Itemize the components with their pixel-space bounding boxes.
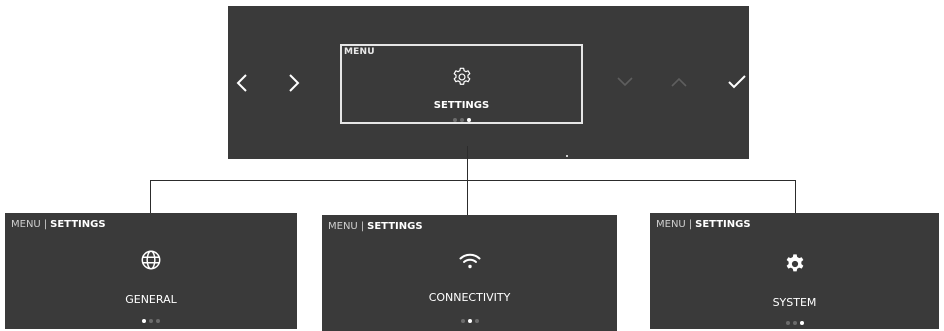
breadcrumb: MENU | SETTINGS bbox=[11, 219, 106, 230]
connector-connectivity bbox=[467, 180, 468, 218]
page-dot bbox=[452, 118, 457, 122]
connector-general bbox=[150, 180, 151, 216]
up-button[interactable] bbox=[667, 70, 691, 94]
page-dot bbox=[474, 319, 479, 323]
wifi-icon bbox=[459, 253, 480, 269]
screen-title: CONNECTIVITY bbox=[428, 291, 511, 304]
confirm-button[interactable] bbox=[725, 70, 749, 94]
forward-button[interactable] bbox=[284, 68, 304, 98]
gear-outline-icon bbox=[453, 67, 470, 85]
breadcrumb-menu: MENU bbox=[328, 221, 358, 232]
breadcrumb: MENU | SETTINGS bbox=[656, 219, 751, 230]
connector-system bbox=[795, 180, 796, 216]
page-dot-active bbox=[142, 319, 146, 323]
breadcrumb-separator: | bbox=[43, 219, 48, 230]
page-dot-active bbox=[799, 321, 804, 325]
menu-selection-frame[interactable]: MENU SETTINGS bbox=[340, 44, 583, 124]
page-dot-active bbox=[467, 319, 472, 323]
connectivity-screen: MENU | SETTINGS CONNECTIVITY bbox=[322, 215, 617, 331]
page-indicator bbox=[5, 319, 297, 323]
down-chevron-icon bbox=[617, 77, 633, 87]
breadcrumb: MENU | SETTINGS bbox=[328, 221, 423, 232]
breadcrumb-section: SETTINGS bbox=[50, 219, 106, 230]
menu-title: SETTINGS bbox=[433, 100, 490, 111]
page-indicator bbox=[322, 319, 617, 323]
down-button[interactable] bbox=[613, 70, 637, 94]
screen-title: GENERAL bbox=[125, 293, 177, 306]
breadcrumb-menu: MENU bbox=[11, 219, 41, 230]
gear-icon bbox=[786, 254, 803, 272]
main-settings-display: MENU SETTINGS bbox=[228, 6, 749, 159]
page-indicator bbox=[650, 321, 939, 325]
check-icon bbox=[728, 75, 746, 89]
up-chevron-icon bbox=[671, 77, 687, 87]
page-dot bbox=[792, 321, 797, 325]
globe-icon bbox=[141, 250, 161, 270]
screen-title: SYSTEM bbox=[772, 296, 817, 309]
indicator-dot bbox=[566, 155, 568, 157]
page-indicator bbox=[342, 118, 581, 122]
page-dot bbox=[156, 319, 160, 323]
breadcrumb-section: SETTINGS bbox=[367, 221, 423, 232]
connector-trunk bbox=[467, 146, 468, 181]
back-chevron-icon bbox=[236, 74, 247, 92]
page-dot bbox=[459, 118, 464, 122]
breadcrumb-separator: | bbox=[360, 221, 365, 232]
breadcrumb-menu: MENU bbox=[656, 219, 686, 230]
general-screen: MENU | SETTINGS GENERAL bbox=[5, 213, 297, 329]
page-dot bbox=[460, 319, 465, 323]
breadcrumb-section: SETTINGS bbox=[695, 219, 751, 230]
forward-chevron-icon bbox=[289, 74, 300, 92]
menu-label: MENU bbox=[344, 47, 375, 57]
system-screen: MENU | SETTINGS SYSTEM bbox=[650, 213, 939, 329]
back-button[interactable] bbox=[232, 68, 252, 98]
page-dot-active bbox=[466, 118, 471, 122]
page-dot bbox=[149, 319, 153, 323]
connector-bus bbox=[150, 180, 796, 181]
breadcrumb-separator: | bbox=[688, 219, 693, 230]
page-dot bbox=[785, 321, 790, 325]
